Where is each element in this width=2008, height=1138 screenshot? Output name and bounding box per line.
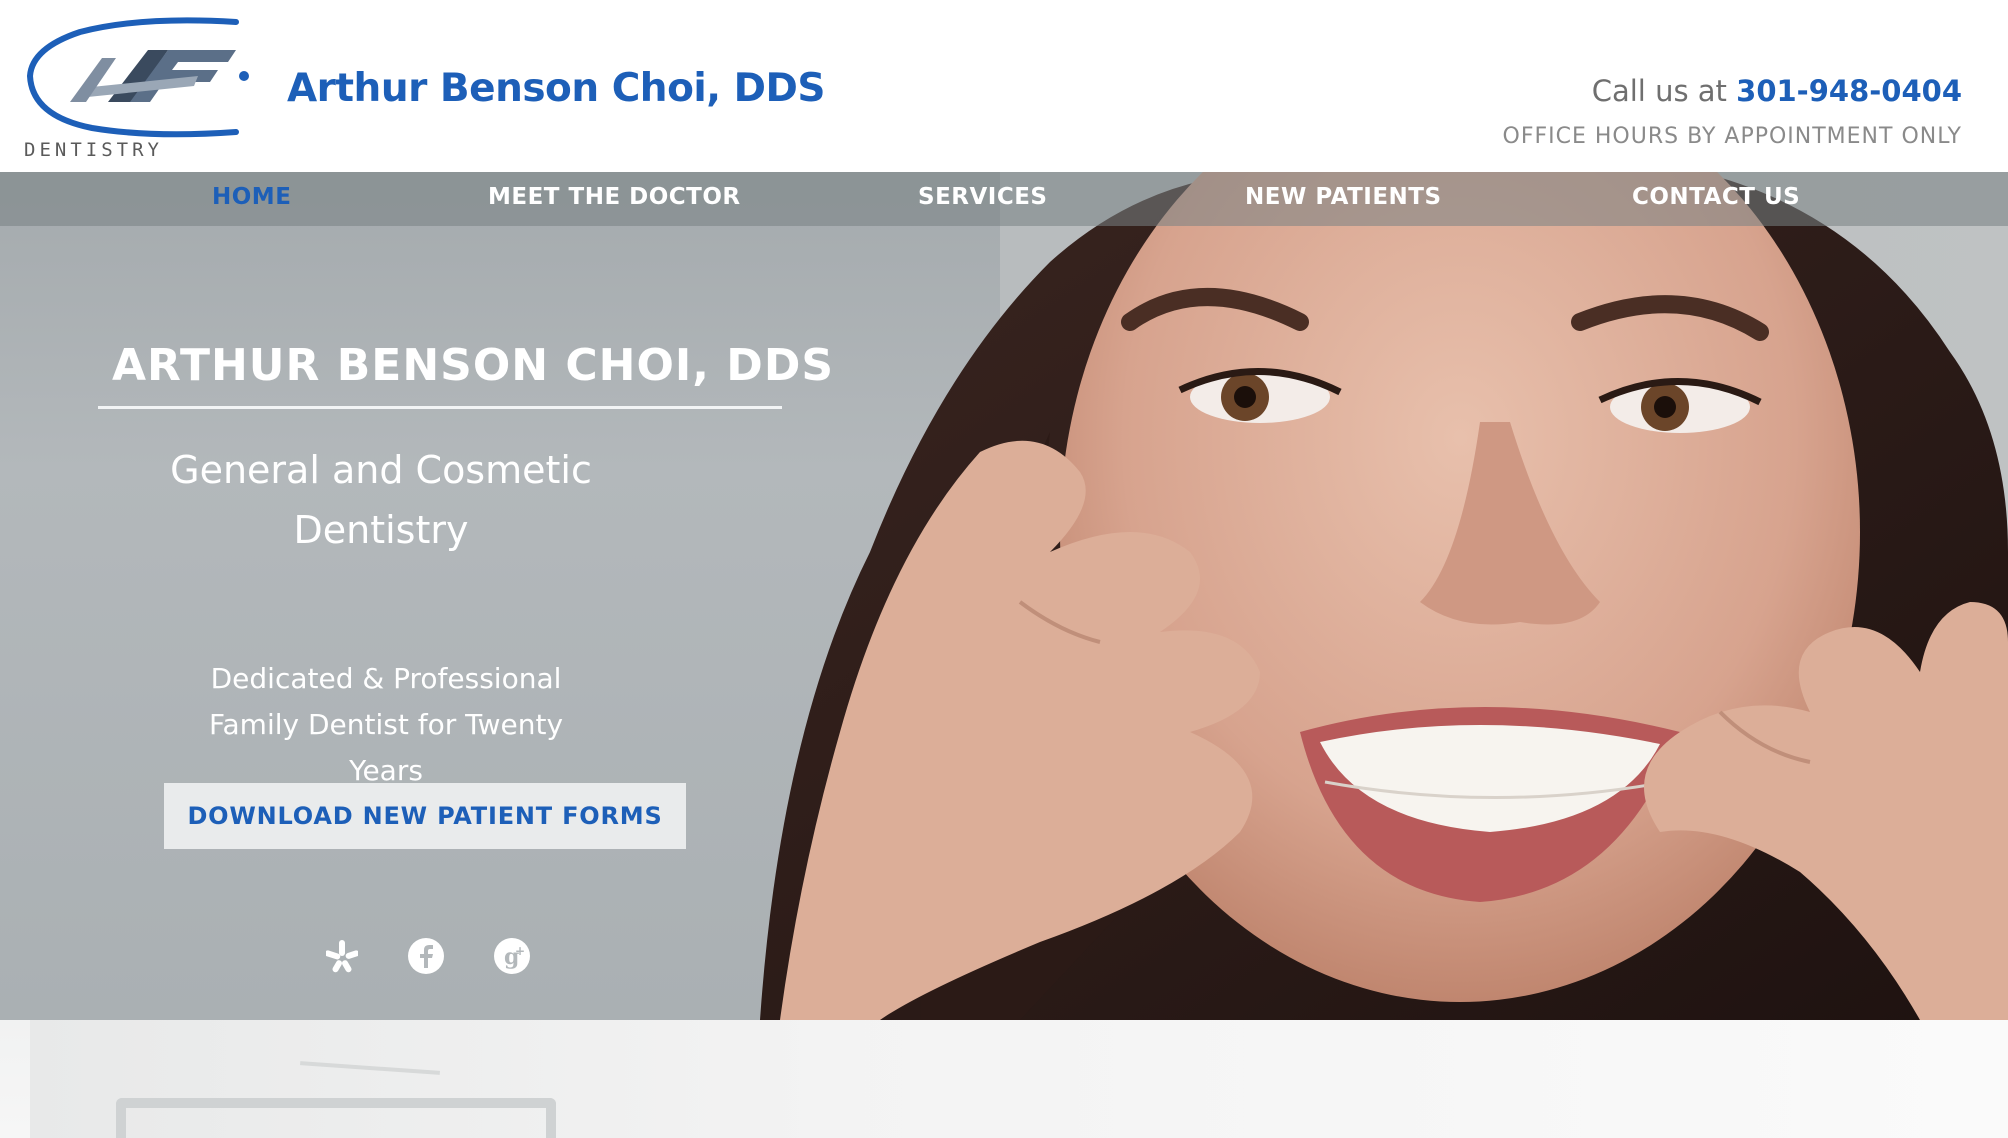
next-section-preview	[0, 1020, 2008, 1138]
phone-link[interactable]: 301-948-0404	[1736, 74, 1962, 108]
hero-description: Dedicated & Professional Family Dentist …	[208, 662, 564, 787]
logo-mark-icon: DENTISTRY	[24, 17, 249, 161]
yelp-icon[interactable]	[322, 936, 362, 976]
hero-section: HOME MEET THE DOCTOR SERVICES NEW PATIEN…	[0, 172, 2008, 1020]
title-divider	[98, 406, 782, 409]
section-image	[30, 1020, 2008, 1138]
call-us: Call us at 301-948-0404	[1592, 74, 1962, 108]
call-label: Call us at	[1591, 74, 1727, 108]
brand-name[interactable]: Arthur Benson Choi, DDS	[287, 66, 825, 111]
hero-title: ARTHUR BENSON CHOI, DDS	[112, 340, 835, 391]
nav-meet-the-doctor[interactable]: MEET THE DOCTOR	[488, 184, 741, 210]
svg-text:+: +	[515, 944, 525, 958]
facebook-icon[interactable]	[406, 936, 446, 976]
hero-photo	[760, 172, 2008, 1020]
nav-home[interactable]: HOME	[212, 184, 291, 210]
logo-text: DENTISTRY	[24, 139, 163, 161]
nav-contact-us[interactable]: CONTACT US	[1632, 184, 1800, 210]
monitor-outline	[116, 1098, 556, 1138]
nav-new-patients[interactable]: NEW PATIENTS	[1245, 184, 1442, 210]
nav-services[interactable]: SERVICES	[918, 184, 1048, 210]
decorative-line	[300, 1061, 440, 1075]
main-nav: HOME MEET THE DOCTOR SERVICES NEW PATIEN…	[0, 172, 2008, 226]
hero-subtitle: General and Cosmetic Dentistry	[170, 448, 592, 552]
download-forms-button[interactable]: DOWNLOAD NEW PATIENT FORMS	[164, 783, 686, 849]
logo[interactable]: DENTISTRY	[22, 16, 262, 162]
office-hours: OFFICE HOURS BY APPOINTMENT ONLY	[1502, 124, 1962, 149]
google-plus-icon[interactable]: g +	[492, 936, 532, 976]
site-header: DENTISTRY Arthur Benson Choi, DDS Call u…	[0, 0, 2008, 172]
